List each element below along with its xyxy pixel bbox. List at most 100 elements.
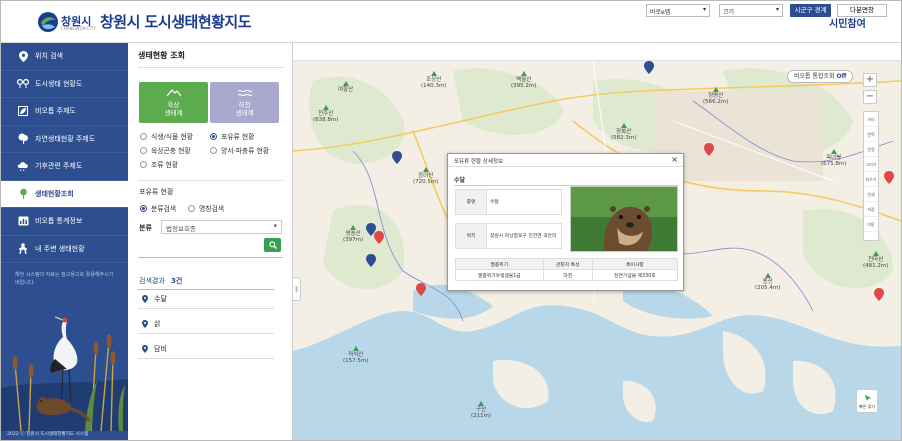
popup-row-key: 위치	[455, 223, 487, 249]
radio-label: 양서·파충류 현황	[221, 147, 270, 155]
place-alt: (566.2m)	[703, 99, 729, 105]
map-label: 옥녀봉 (675.8m)	[821, 149, 846, 167]
panel-collapse-handle[interactable]: ‖	[293, 277, 301, 301]
divider	[138, 67, 283, 68]
tool-distance[interactable]: 거리	[864, 112, 878, 127]
sidebar-item-label: 생태현황조회	[35, 189, 74, 198]
result-item-marten[interactable]: 담비	[138, 339, 274, 359]
class-select[interactable]: 법정보호종	[161, 220, 282, 234]
tool-erase[interactable]: 지우기	[864, 172, 878, 187]
result-item-otter[interactable]: 수달	[138, 289, 274, 309]
radio-label: 조류 현황	[151, 161, 179, 169]
tool-move[interactable]: 이동	[864, 217, 878, 232]
mountain-marker-icon	[478, 401, 485, 406]
sidebar-item-label: 자연생태현황 주제도	[35, 134, 96, 143]
map-label: 영송산 (397m)	[343, 225, 363, 243]
water-icon	[238, 89, 252, 97]
panel-title: 생태현황 조회	[138, 51, 185, 60]
sidebar-item-biotope-map[interactable]: 비오톱 주제도	[1, 98, 128, 126]
radio-label: 포유류 현황	[221, 133, 255, 141]
species-photo	[570, 186, 678, 252]
sidebar-item-nearby-eco[interactable]: 내 주변 생태현황	[1, 236, 128, 263]
radio-vegetation[interactable]: 식생/식물 현황	[140, 131, 193, 141]
citizen-participation-link[interactable]: 시민참여	[829, 15, 866, 30]
otter-photo-image	[571, 187, 677, 251]
category-river-label: 하천 생태계	[235, 101, 254, 117]
zoom-out-button[interactable]: −	[863, 90, 877, 104]
mountain-marker-icon	[520, 71, 527, 76]
mountain-marker-icon	[712, 87, 719, 92]
radio-dot	[140, 204, 147, 212]
result-item-label: 수달	[154, 295, 167, 303]
table-header: 멸종위기	[455, 258, 544, 270]
map-label: 적석산 (157.5m)	[343, 346, 368, 364]
zoom-in-button[interactable]: +	[863, 73, 877, 87]
place-alt: (397m)	[343, 237, 364, 243]
mountain-marker-icon	[322, 105, 329, 110]
search-eco-icon	[17, 188, 29, 200]
category-land-ecosystem-button[interactable]: 육상 생태계	[139, 82, 208, 123]
category-land-label: 육상 생태계	[164, 101, 183, 117]
result-item-leopard-cat[interactable]: 삵	[138, 314, 274, 334]
close-icon[interactable]: ×	[671, 155, 678, 164]
stats-icon	[17, 215, 29, 227]
radio-mammal[interactable]: 포유류 현황	[210, 131, 254, 141]
mountain-marker-icon	[872, 251, 879, 256]
tool-area[interactable]: 면적	[864, 127, 878, 142]
tool-radius[interactable]: 반경	[864, 142, 878, 157]
search-button[interactable]	[264, 238, 281, 252]
radio-class-search[interactable]: 분류검색	[140, 203, 176, 213]
multi-pane-button[interactable]: 다분면창	[837, 4, 887, 17]
mountain-marker-icon	[352, 346, 359, 351]
sidebar-item-urban-eco-map[interactable]: 도시생태 현황도	[1, 71, 128, 98]
radio-name-search[interactable]: 명칭검색	[188, 203, 224, 213]
map-label: 광려산 (720.5m)	[413, 167, 438, 185]
page-title: 창원시 도시생태현황지도	[100, 13, 252, 31]
sidebar-item-climate-map[interactable]: 기후관련 주제도	[1, 153, 128, 181]
mountain-marker-icon	[830, 149, 837, 154]
map-label: 장복산 (582.3m)	[611, 123, 636, 141]
place-alt: (211m)	[471, 413, 492, 419]
category-river-ecosystem-button[interactable]: 하천 생태계	[210, 82, 279, 123]
tree-icon	[17, 133, 29, 145]
tool-save[interactable]: 저장	[864, 202, 878, 217]
popup-row-value: 창원시 마산합포구 진전면 곡안리	[487, 223, 562, 249]
boundary-button[interactable]: 시군구 경계	[790, 4, 831, 17]
sidebar-item-biotope-stats[interactable]: 비오톱 통계정보	[1, 208, 128, 236]
quick-find-label: 빠른 찾기	[859, 404, 875, 409]
mountain-marker-icon	[430, 71, 437, 76]
radio-dot	[140, 132, 147, 140]
mountain-marker-icon	[350, 225, 357, 230]
logo-subtext: CHANGWON CITY	[61, 26, 96, 31]
base-map-select[interactable]: 바로e맵	[646, 4, 710, 17]
radio-insect[interactable]: 육상곤충 현황	[140, 145, 191, 155]
place-alt: (157.5m)	[343, 358, 369, 364]
radio-label: 분류검색	[151, 205, 177, 213]
radio-bird[interactable]: 조류 현황	[140, 159, 178, 169]
map-label: 천주산 (638.8m)	[313, 105, 338, 123]
sidebar-item-label: 비오톱 통계정보	[35, 217, 83, 226]
cloud-icon	[17, 160, 29, 172]
sidebar-item-eco-search[interactable]: 생태현황조회	[1, 180, 128, 208]
section-label: 포유류 현황	[139, 188, 174, 196]
popup-row-key: 종명	[455, 189, 487, 215]
result-item-label: 담비	[154, 344, 167, 353]
biotope-integrated-toggle[interactable]: 비오톱 통합조회 Off	[787, 70, 853, 83]
place-alt: (582.3m)	[611, 135, 637, 141]
sidebar-item-location-search[interactable]: 위치 검색	[1, 43, 128, 71]
place-alt: (395.2m)	[511, 83, 537, 89]
quick-find-button[interactable]: 빠른 찾기	[856, 389, 878, 413]
search-icon	[268, 241, 277, 249]
sidebar-item-nature-eco-map[interactable]: 자연생태현황 주제도	[1, 126, 128, 153]
map-label: 구산 (211m)	[471, 401, 491, 419]
map-pin-icon	[142, 295, 148, 303]
changwon-logo-icon	[38, 12, 58, 32]
map-label: 조상산 (140.3m)	[421, 71, 446, 89]
tool-print[interactable]: 인쇄	[864, 187, 878, 202]
table-header: 특이사항	[591, 258, 679, 270]
radio-amphibian-reptile[interactable]: 양서·파충류 현황	[210, 145, 269, 155]
sidebar-note: 해당 시스템의 자료는 참고용으로 활용해주시기 바랍니다.	[15, 272, 114, 286]
map-tool-column: 거리 면적 반경 그리기 지우기 인쇄 저장 이동	[863, 111, 879, 241]
tool-draw[interactable]: 그리기	[864, 157, 878, 172]
layer-select[interactable]: 끄기	[719, 4, 783, 17]
